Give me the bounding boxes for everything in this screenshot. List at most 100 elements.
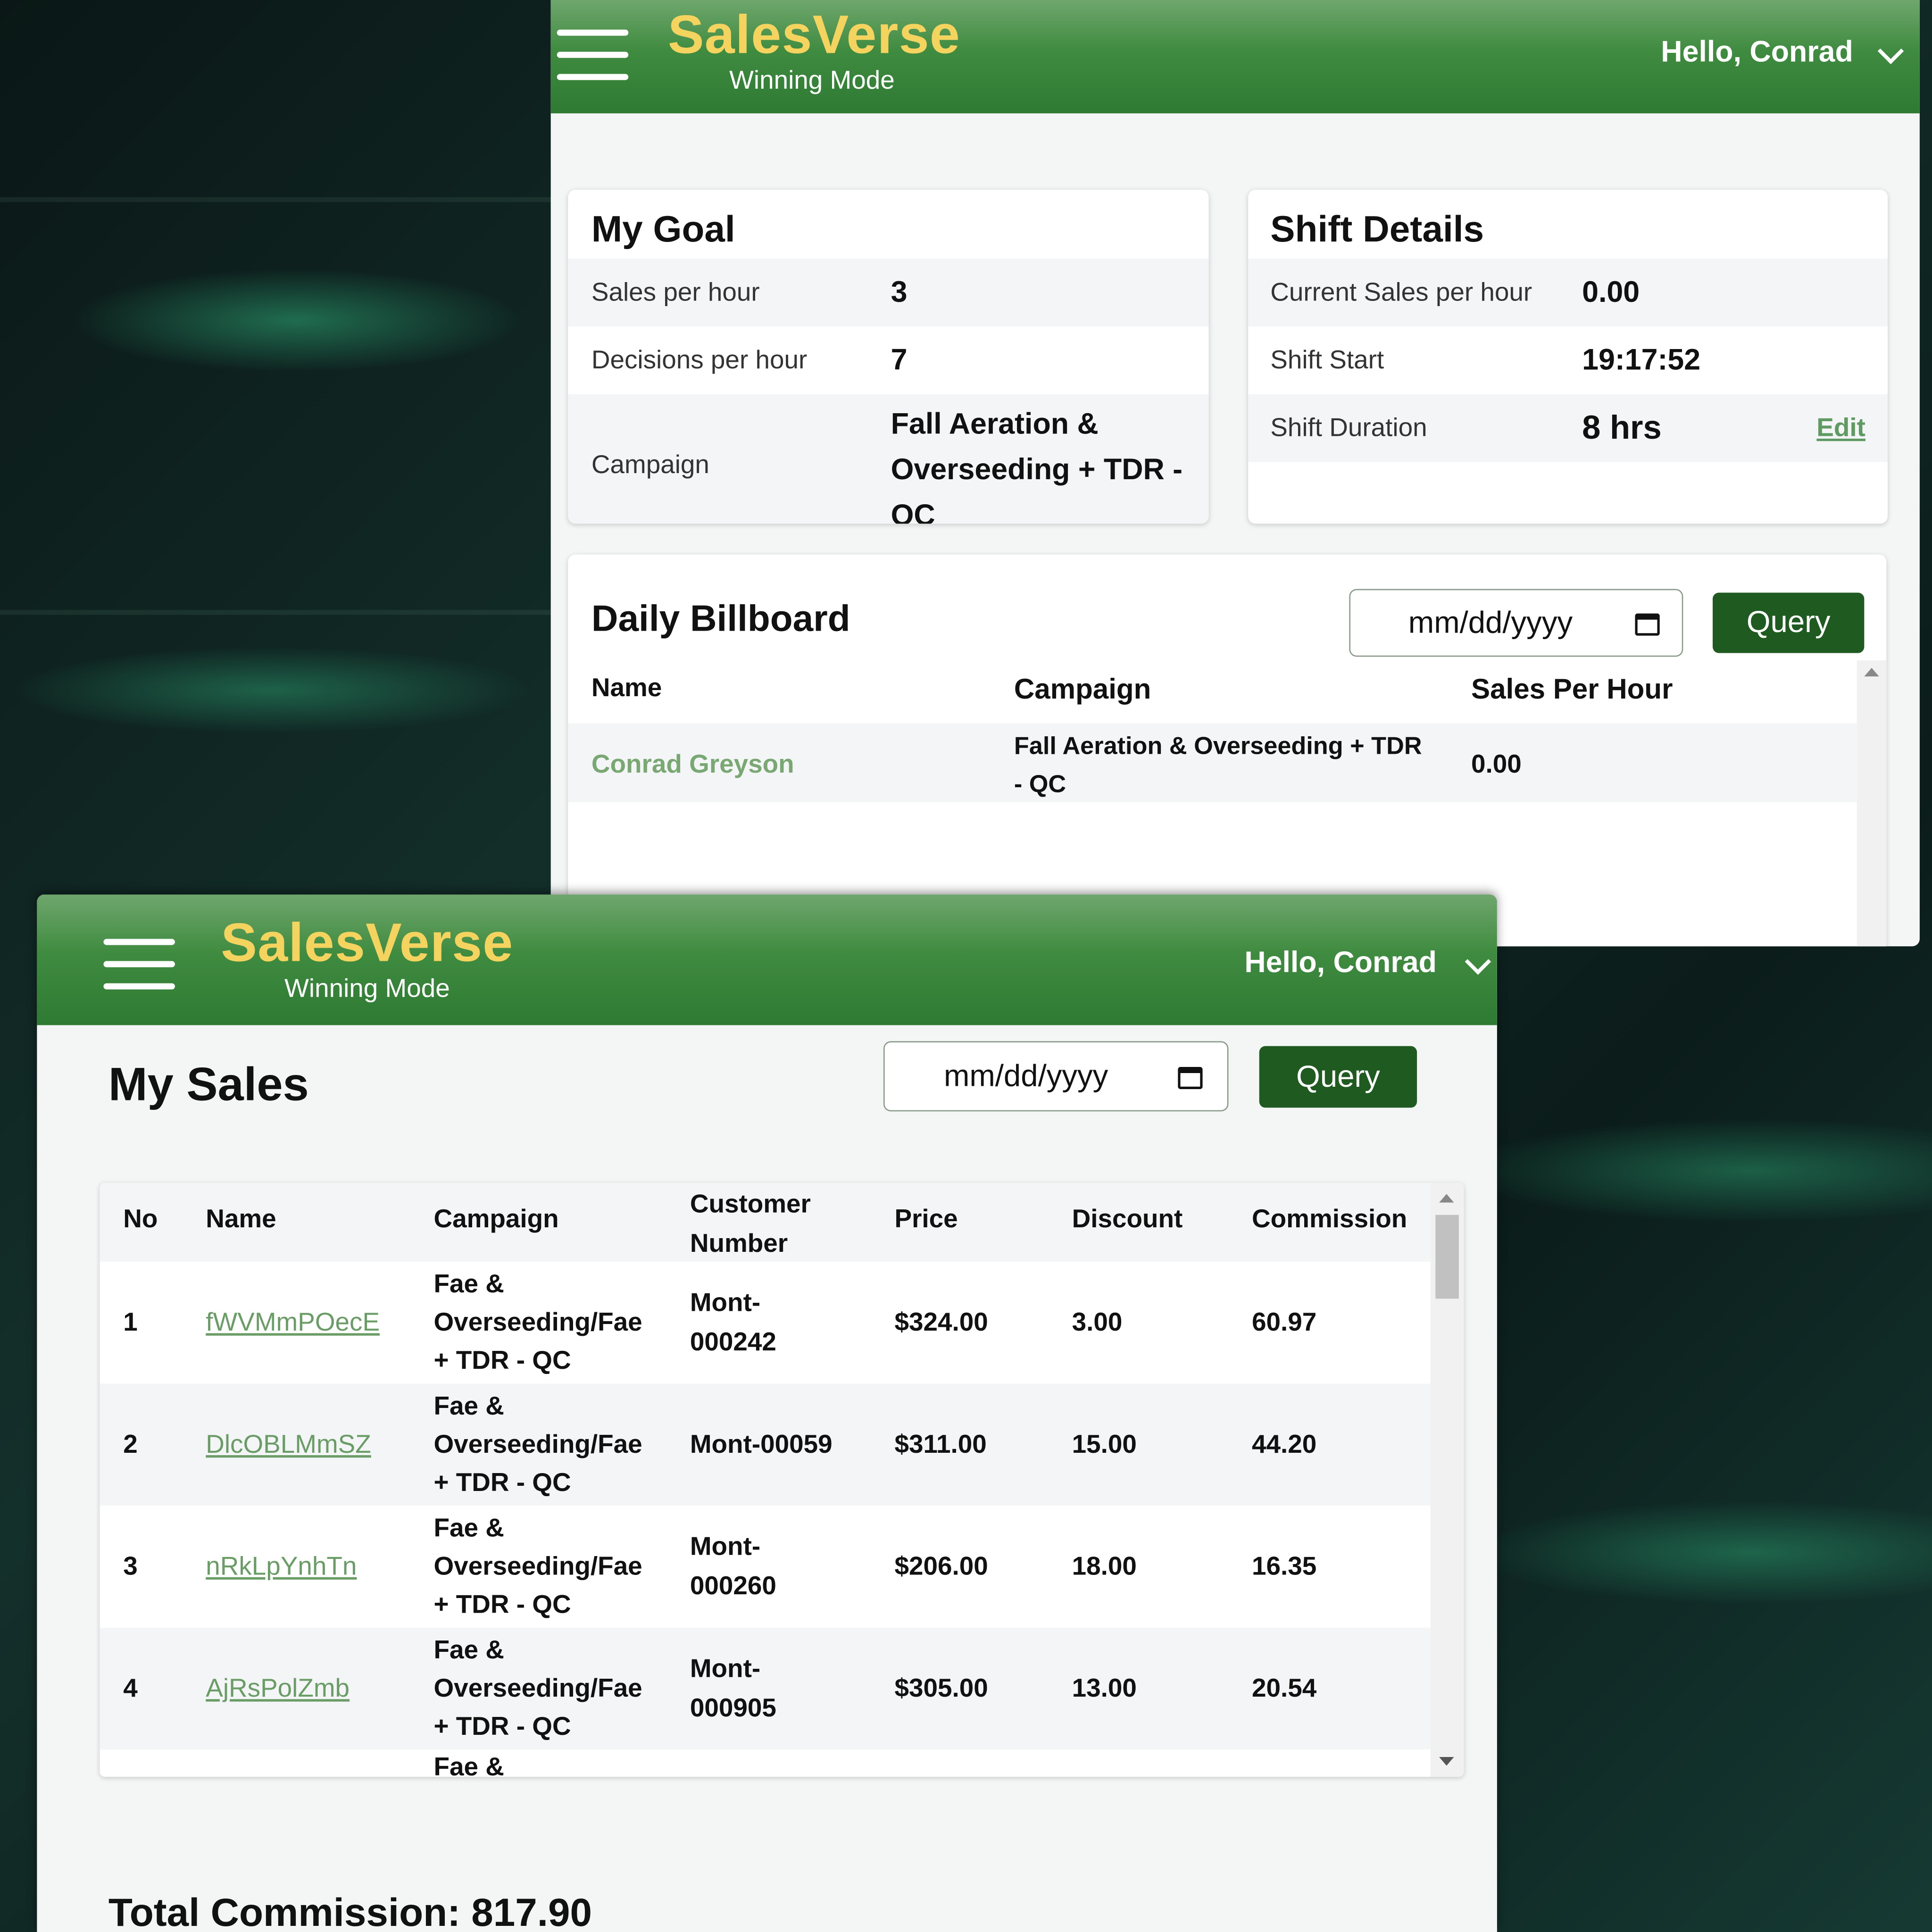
billboard-header-sales-per-hour: Sales Per Hour — [1471, 673, 1673, 705]
user-greeting[interactable]: Hello, Conrad — [1244, 946, 1437, 981]
billboard-row: Conrad Greyson Fall Aeration & Overseedi… — [568, 723, 1857, 802]
row-no: 2 — [123, 1430, 138, 1459]
table-row: 1 fWVMmPOecE Fae & Overseeding/Fae + TDR… — [100, 1261, 1431, 1384]
brand-name: SalesVerse — [221, 913, 514, 974]
row-discount: 3.00 — [1072, 1308, 1123, 1337]
row-no: 3 — [123, 1552, 138, 1581]
row-name-link[interactable]: AjRsPolZmb — [206, 1670, 350, 1708]
row-discount: 18.00 — [1072, 1552, 1137, 1581]
menu-icon[interactable] — [557, 29, 629, 82]
background-streak — [0, 197, 555, 202]
goal-campaign-value: Fall Aeration & Overseeding + TDR - QC — [891, 408, 1183, 524]
calendar-icon[interactable] — [1178, 1066, 1203, 1089]
header-discount: Discount — [1072, 1205, 1183, 1233]
row-customer-number: Mont- 000260 — [690, 1532, 776, 1601]
billboard-header-campaign: Campaign — [1014, 673, 1151, 705]
billboard-sales-per-hour-value: 0.00 — [1471, 750, 1522, 779]
billboard-scrollbar[interactable] — [1857, 660, 1887, 947]
table-header: No Name Campaign Customer Number Price D… — [100, 1183, 1431, 1262]
daily-billboard-card: Daily Billboard mm/dd/yyyy Query Name Ca… — [568, 554, 1887, 947]
daily-billboard-title: Daily Billboard — [591, 599, 850, 640]
row-name-link[interactable]: DlcOBLMmSZ — [206, 1425, 371, 1464]
row-price: $206.00 — [894, 1552, 988, 1581]
row-commission: 44.20 — [1252, 1430, 1317, 1459]
row-name-link[interactable]: fWVMmPOecE — [206, 1304, 380, 1342]
brand-subtitle: Winning Mode — [284, 974, 450, 1003]
brand-logo: SalesVerse Winning Mode — [668, 6, 960, 97]
row-campaign: Fae & Overseeding/Fae + TDR - QC — [433, 1392, 642, 1497]
scroll-up-arrow-icon[interactable] — [1439, 1194, 1454, 1203]
row-no: 1 — [123, 1308, 138, 1337]
my-goal-title: My Goal — [591, 209, 735, 250]
header-campaign: Campaign — [433, 1205, 559, 1233]
row-price: $305.00 — [894, 1674, 988, 1703]
header-no: No — [123, 1205, 158, 1233]
row-price: $311.00 — [894, 1430, 987, 1459]
billboard-header-name: Name — [591, 674, 662, 702]
background-streak — [0, 610, 555, 615]
sales-table-scrollbar[interactable] — [1430, 1183, 1464, 1777]
calendar-icon[interactable] — [1635, 613, 1660, 635]
row-commission: 60.97 — [1252, 1308, 1317, 1337]
shift-value: 0.00 — [1582, 276, 1640, 309]
table-row-partial: Fae & — [100, 1749, 1431, 1777]
goal-value: 3 — [891, 276, 908, 309]
row-name-link[interactable]: nRkLpYnhTn — [206, 1548, 357, 1586]
row-commission: 20.54 — [1252, 1674, 1317, 1703]
table-row: 2 DlcOBLMmSZ Fae & Overseeding/Fae + TDR… — [100, 1383, 1431, 1506]
shift-details-card: Shift Details Current Sales per hour 0.0… — [1248, 190, 1888, 524]
billboard-query-button[interactable]: Query — [1713, 592, 1865, 653]
row-campaign: Fae & Overseeding/Fae + TDR - QC — [433, 1514, 642, 1619]
row-customer-number: Mont- 000905 — [690, 1655, 776, 1723]
goal-label: Decisions per hour — [591, 346, 808, 375]
row-discount: 13.00 — [1072, 1674, 1137, 1703]
shift-label: Current Sales per hour — [1270, 278, 1532, 307]
row-commission: 16.35 — [1252, 1552, 1317, 1581]
scroll-thumb[interactable] — [1435, 1215, 1459, 1299]
chevron-down-icon[interactable] — [1465, 949, 1491, 975]
my-sales-window: SalesVerse Winning Mode Hello, Conrad My… — [37, 894, 1497, 1932]
shift-row: Current Sales per hour 0.00 — [1248, 258, 1888, 327]
app-header: SalesVerse Winning Mode Hello, Conrad — [550, 0, 1920, 114]
brand-logo: SalesVerse Winning Mode — [219, 914, 515, 1005]
shift-value: 8 hrs — [1582, 409, 1662, 446]
table-row: 4 AjRsPolZmb Fae & Overseeding/Fae + TDR… — [100, 1627, 1431, 1750]
row-customer-number: Mont- 000242 — [690, 1289, 776, 1357]
billboard-date-input[interactable]: mm/dd/yyyy — [1349, 589, 1683, 657]
billboard-user-name-link[interactable]: Conrad Greyson — [591, 750, 794, 780]
shift-row: Shift Start 19:17:52 — [1248, 326, 1888, 394]
goal-value: 7 — [891, 343, 908, 377]
row-discount: 15.00 — [1072, 1430, 1137, 1459]
scroll-up-arrow-icon[interactable] — [1864, 667, 1879, 677]
edit-shift-link[interactable]: Edit — [1816, 414, 1865, 444]
row-price: $324.00 — [894, 1308, 988, 1337]
header-commission: Commission — [1252, 1205, 1407, 1233]
chevron-down-icon[interactable] — [1877, 38, 1904, 65]
date-placeholder: mm/dd/yyyy — [1408, 605, 1573, 640]
row-campaign: Fae & — [433, 1753, 504, 1777]
header-price: Price — [894, 1205, 958, 1233]
shift-row: Shift Duration 8 hrs Edit — [1248, 394, 1888, 462]
brand-subtitle: Winning Mode — [729, 67, 895, 95]
shift-label: Shift Duration — [1270, 414, 1427, 442]
sales-query-button[interactable]: Query — [1259, 1046, 1417, 1108]
header-customer-number: Customer Number — [690, 1190, 811, 1258]
row-no: 4 — [123, 1674, 138, 1703]
sales-date-input[interactable]: mm/dd/yyyy — [883, 1041, 1229, 1112]
row-campaign: Fae & Overseeding/Fae + TDR - QC — [433, 1270, 642, 1375]
goal-row: Sales per hour 3 — [568, 258, 1209, 327]
menu-icon[interactable] — [103, 939, 175, 991]
header-name: Name — [206, 1205, 276, 1233]
goal-row: Decisions per hour 7 — [568, 326, 1208, 394]
billboard-campaign: Fall Aeration & Overseeding + TDR - QC — [1014, 733, 1422, 799]
row-campaign: Fae & Overseeding/Fae + TDR - QC — [433, 1636, 642, 1741]
shift-details-title: Shift Details — [1270, 209, 1484, 250]
dashboard-window: SalesVerse Winning Mode Hello, Conrad My… — [550, 0, 1920, 947]
shift-label: Shift Start — [1270, 346, 1384, 375]
date-placeholder: mm/dd/yyyy — [943, 1058, 1108, 1093]
app-header: SalesVerse Winning Mode Hello, Conrad — [37, 894, 1497, 1025]
total-commission: Total Commission: 817.90 — [108, 1890, 592, 1932]
scroll-down-arrow-icon[interactable] — [1439, 1757, 1454, 1766]
user-greeting[interactable]: Hello, Conrad — [1661, 36, 1853, 70]
row-customer-number: Mont-00059 — [690, 1430, 833, 1459]
